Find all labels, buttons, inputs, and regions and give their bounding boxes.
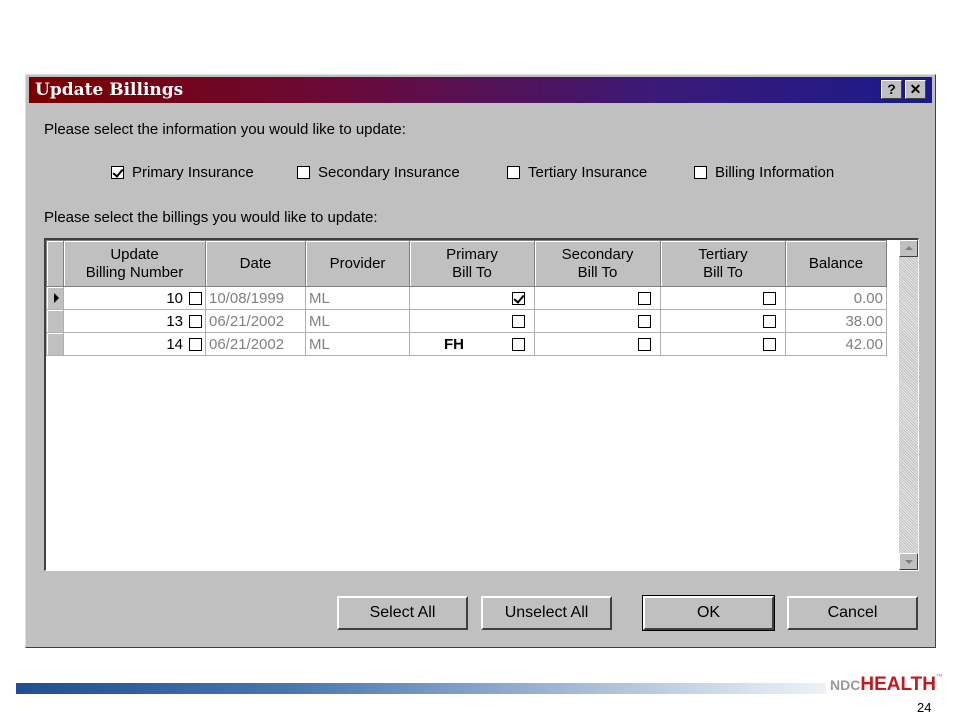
logo-trademark: ™ <box>935 674 943 681</box>
header-secondary-line1: Secondary <box>561 245 634 263</box>
title-bar[interactable]: Update Billings ? ✕ <box>29 77 932 103</box>
table-row[interactable]: 14 06/21/2002 ML FH 42.00 <box>46 332 887 356</box>
secondary-bill-to-cell <box>534 286 661 310</box>
provider-cell: ML <box>305 309 410 333</box>
tertiary-insurance-checkbox[interactable] <box>507 166 520 179</box>
header-tertiary-line2: Bill To <box>703 263 743 281</box>
ok-button[interactable]: OK <box>642 595 775 631</box>
row-selector[interactable] <box>46 309 64 333</box>
unselect-all-button[interactable]: Unselect All <box>481 596 612 630</box>
tertiary-bill-to-checkbox[interactable] <box>763 337 776 351</box>
info-prompt-label: Please select the information you would … <box>44 121 406 138</box>
help-button[interactable]: ? <box>881 80 902 99</box>
column-header-date[interactable]: Date <box>205 240 306 287</box>
column-header-secondary[interactable]: Secondary Bill To <box>534 240 661 287</box>
balance-cell: 0.00 <box>785 286 887 310</box>
secondary-insurance-checkbox[interactable] <box>297 166 310 179</box>
secondary-bill-to-checkbox[interactable] <box>638 337 651 351</box>
update-checkbox[interactable] <box>189 291 202 305</box>
header-update-line2: Billing Number <box>85 263 184 281</box>
billings-prompt-label: Please select the billings you would lik… <box>44 209 378 226</box>
date-cell: 10/08/1999 <box>205 286 306 310</box>
tertiary-bill-to-checkbox[interactable] <box>763 314 776 328</box>
primary-bill-to-text: FH <box>444 335 464 353</box>
page-number: 24 <box>917 700 932 715</box>
update-checkbox[interactable] <box>189 314 202 328</box>
primary-bill-to-checkbox[interactable] <box>512 337 525 351</box>
column-header-balance[interactable]: Balance <box>785 240 887 287</box>
row-selector-header <box>46 240 64 287</box>
table-row[interactable]: 13 06/21/2002 ML 38.00 <box>46 309 887 333</box>
dialog-title: Update Billings <box>35 80 184 100</box>
cancel-button[interactable]: Cancel <box>787 596 918 630</box>
billing-information-label: Billing Information <box>715 164 835 181</box>
primary-bill-to-cell: FH <box>409 332 535 356</box>
primary-insurance-label: Primary Insurance <box>132 164 254 181</box>
table-row[interactable]: 10 10/08/1999 ML 0.00 <box>46 286 887 310</box>
chevron-down-icon <box>905 560 913 564</box>
billings-grid: Update Billing Number Date Provider Prima… <box>44 238 919 571</box>
billing-number: 13 <box>166 312 183 330</box>
logo-main: HEALTH <box>860 674 936 695</box>
column-header-provider[interactable]: Provider <box>305 240 410 287</box>
header-primary-line1: Primary <box>446 245 498 263</box>
provider-cell: ML <box>305 332 410 356</box>
billing-number-cell: 10 <box>63 286 206 310</box>
primary-bill-to-cell <box>409 286 535 310</box>
balance-cell: 38.00 <box>785 309 887 333</box>
secondary-insurance-label: Secondary Insurance <box>318 164 460 181</box>
balance-cell: 42.00 <box>785 332 887 356</box>
billing-information-option[interactable]: Billing Information <box>694 164 834 181</box>
primary-insurance-option[interactable]: Primary Insurance <box>111 164 254 181</box>
update-checkbox[interactable] <box>189 337 202 351</box>
row-selector[interactable] <box>46 332 64 356</box>
secondary-bill-to-cell <box>534 309 661 333</box>
logo-prefix: NDC <box>830 677 861 693</box>
primary-insurance-checkbox[interactable] <box>111 166 124 179</box>
secondary-bill-to-cell <box>534 332 661 356</box>
tertiary-insurance-label: Tertiary Insurance <box>528 164 648 181</box>
close-button[interactable]: ✕ <box>905 80 926 99</box>
tertiary-bill-to-cell <box>660 332 786 356</box>
table-header-row: Update Billing Number Date Provider Prima… <box>46 240 887 287</box>
column-header-update[interactable]: Update Billing Number <box>63 240 206 287</box>
date-cell: 06/21/2002 <box>205 309 306 333</box>
provider-cell: ML <box>305 286 410 310</box>
tertiary-bill-to-checkbox[interactable] <box>763 291 776 305</box>
vertical-scrollbar[interactable] <box>899 240 918 570</box>
billing-number: 14 <box>166 335 183 353</box>
primary-bill-to-checkbox[interactable] <box>512 291 525 305</box>
chevron-up-icon <box>905 246 913 250</box>
current-row-arrow-icon <box>54 293 59 303</box>
primary-bill-to-cell <box>409 309 535 333</box>
secondary-insurance-option[interactable]: Secondary Insurance <box>297 164 460 181</box>
scroll-down-button[interactable] <box>899 553 918 570</box>
scroll-up-button[interactable] <box>899 240 918 257</box>
header-primary-line2: Bill To <box>452 263 492 281</box>
select-all-button[interactable]: Select All <box>337 596 468 630</box>
date-cell: 06/21/2002 <box>205 332 306 356</box>
column-header-tertiary[interactable]: Tertiary Bill To <box>660 240 786 287</box>
billing-information-checkbox[interactable] <box>694 166 707 179</box>
tertiary-insurance-option[interactable]: Tertiary Insurance <box>507 164 647 181</box>
secondary-bill-to-checkbox[interactable] <box>638 291 651 305</box>
footer-gradient-bar <box>16 683 826 694</box>
column-header-primary[interactable]: Primary Bill To <box>409 240 535 287</box>
tertiary-bill-to-cell <box>660 309 786 333</box>
tertiary-bill-to-cell <box>660 286 786 310</box>
billings-table: Update Billing Number Date Provider Prima… <box>46 240 887 356</box>
primary-bill-to-checkbox[interactable] <box>512 314 525 328</box>
row-selector[interactable] <box>46 286 64 310</box>
billing-number-cell: 14 <box>63 332 206 356</box>
header-update-line1: Update <box>110 245 159 263</box>
header-secondary-line2: Bill To <box>577 263 618 281</box>
header-tertiary-line1: Tertiary <box>698 245 748 263</box>
billing-number-cell: 13 <box>63 309 206 333</box>
secondary-bill-to-checkbox[interactable] <box>638 314 651 328</box>
ndc-health-logo: NDCHEALTH™ <box>830 674 943 696</box>
billing-number: 10 <box>166 289 183 307</box>
